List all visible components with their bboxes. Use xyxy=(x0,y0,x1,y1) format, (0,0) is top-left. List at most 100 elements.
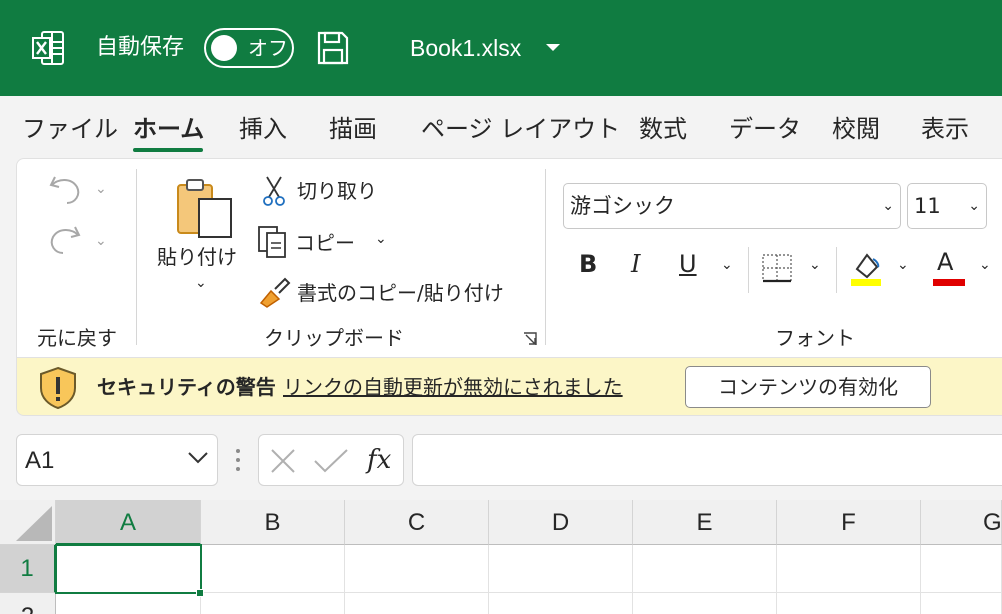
bold-button[interactable]: B xyxy=(579,249,597,279)
divider xyxy=(748,247,749,293)
font-name-value: 游ゴシック xyxy=(570,194,675,218)
tab-page-layout[interactable]: ページ レイアウト xyxy=(421,112,620,146)
font-color-button[interactable]: A xyxy=(937,247,953,277)
scissors-icon xyxy=(263,176,285,206)
tab-draw[interactable]: 描画 xyxy=(329,112,377,146)
security-warning-bar: セキュリティの警告 リンクの自動更新が無効にされました コンテンツの有効化 xyxy=(16,358,1002,416)
select-all-triangle-icon xyxy=(16,506,52,541)
cell-d1[interactable] xyxy=(489,545,633,593)
fill-color-icon[interactable] xyxy=(849,249,883,287)
font-size-value: 11 xyxy=(914,194,941,218)
format-painter-button[interactable]: 書式のコピー/貼り付け xyxy=(297,279,504,307)
cell-g2[interactable] xyxy=(921,593,1002,614)
fill-color-dropdown-icon[interactable]: ⌄ xyxy=(897,257,909,273)
format-painter-icon xyxy=(259,277,291,308)
cell-a2[interactable] xyxy=(56,593,201,614)
cell-b1[interactable] xyxy=(201,545,345,593)
copy-dropdown-icon[interactable]: ⌄ xyxy=(375,231,387,247)
column-header-c[interactable]: C xyxy=(345,500,489,545)
formula-input[interactable] xyxy=(412,434,1002,486)
active-tab-indicator xyxy=(133,148,203,152)
tab-file[interactable]: ファイル xyxy=(22,112,118,146)
cell-e1[interactable] xyxy=(633,545,777,593)
font-size-select[interactable]: 11 ⌄ xyxy=(907,183,987,229)
undo-icon[interactable] xyxy=(47,173,83,207)
tab-insert[interactable]: 挿入 xyxy=(239,112,287,146)
save-icon[interactable] xyxy=(316,30,350,66)
undo-group-label: 元に戻す xyxy=(37,326,117,350)
copy-button[interactable]: コピー xyxy=(295,229,355,257)
autosave-label: 自動保存 xyxy=(96,35,185,60)
borders-dropdown-icon[interactable]: ⌄ xyxy=(809,257,821,273)
chevron-down-icon[interactable] xyxy=(187,451,209,465)
document-title[interactable]: Book1.xlsx xyxy=(410,33,521,63)
tab-view[interactable]: 表示 xyxy=(921,112,969,146)
font-color-swatch xyxy=(933,279,965,286)
paste-icon[interactable] xyxy=(175,177,235,241)
underline-button[interactable]: U xyxy=(679,249,697,279)
tab-review[interactable]: 校閲 xyxy=(832,112,880,146)
italic-button[interactable]: I xyxy=(631,249,640,279)
worksheet-grid: A B C D E F G 1 2 xyxy=(0,500,1002,614)
tab-data[interactable]: データ xyxy=(729,112,801,146)
redo-icon[interactable] xyxy=(47,223,83,257)
insert-function-button[interactable]: fx xyxy=(367,445,391,475)
paste-label[interactable]: 貼り付け xyxy=(157,243,237,271)
cell-d2[interactable] xyxy=(489,593,633,614)
drag-handle-icon[interactable] xyxy=(236,448,240,472)
autosave-toggle[interactable]: オフ xyxy=(204,28,294,68)
undo-dropdown-icon[interactable]: ⌄ xyxy=(95,181,107,197)
chevron-down-icon[interactable] xyxy=(546,44,560,51)
group-separator xyxy=(136,169,137,345)
tab-formulas[interactable]: 数式 xyxy=(639,112,687,146)
chevron-down-icon: ⌄ xyxy=(968,198,980,214)
font-name-select[interactable]: 游ゴシック ⌄ xyxy=(563,183,901,229)
column-header-f[interactable]: F xyxy=(777,500,921,545)
shield-warning-icon xyxy=(40,366,76,410)
formula-buttons: fx xyxy=(258,434,404,486)
cell-c2[interactable] xyxy=(345,593,489,614)
redo-dropdown-icon[interactable]: ⌄ xyxy=(95,233,107,249)
autosave-state: オフ xyxy=(248,36,288,60)
font-group-label: フォント xyxy=(775,326,855,350)
cut-button[interactable]: 切り取り xyxy=(297,177,377,205)
row-header-2[interactable]: 2 xyxy=(0,593,56,614)
title-bar: 自動保存 オフ Book1.xlsx xyxy=(0,0,1002,96)
cell-b2[interactable] xyxy=(201,593,345,614)
tab-home[interactable]: ホーム xyxy=(133,112,204,146)
enable-content-button[interactable]: コンテンツの有効化 xyxy=(685,366,931,408)
fill-handle[interactable] xyxy=(196,589,204,597)
column-header-g[interactable]: G xyxy=(921,500,1002,545)
name-box-value: A1 xyxy=(25,447,55,474)
name-box[interactable]: A1 xyxy=(16,434,218,486)
excel-window: 自動保存 オフ Book1.xlsx ファイル ホーム 挿入 描画 ページ レイ… xyxy=(0,0,1002,614)
cell-f2[interactable] xyxy=(777,593,921,614)
ribbon-tabs: ファイル ホーム 挿入 描画 ページ レイアウト 数式 データ 校閲 表示 xyxy=(0,96,1002,158)
excel-logo-icon[interactable] xyxy=(32,30,64,66)
cell-g1[interactable] xyxy=(921,545,1002,593)
dialog-launcher-icon[interactable] xyxy=(522,331,538,347)
cell-f1[interactable] xyxy=(777,545,921,593)
column-header-b[interactable]: B xyxy=(201,500,345,545)
cell-e2[interactable] xyxy=(633,593,777,614)
clipboard-group-label: クリップボード xyxy=(264,326,404,350)
select-all-corner[interactable] xyxy=(0,500,56,545)
copy-icon xyxy=(258,226,286,258)
column-header-e[interactable]: E xyxy=(633,500,777,545)
security-warning-title: セキュリティの警告 xyxy=(97,375,276,399)
column-header-a[interactable]: A xyxy=(56,500,201,545)
security-warning-message[interactable]: リンクの自動更新が無効にされました xyxy=(283,374,623,400)
column-header-d[interactable]: D xyxy=(489,500,633,545)
borders-icon[interactable] xyxy=(761,253,793,283)
font-color-dropdown-icon[interactable]: ⌄ xyxy=(979,257,991,273)
cancel-icon[interactable] xyxy=(269,447,297,475)
active-cell-a1[interactable] xyxy=(55,544,202,594)
paste-dropdown-icon[interactable]: ⌄ xyxy=(195,275,207,291)
underline-dropdown-icon[interactable]: ⌄ xyxy=(721,257,733,273)
enter-checkmark-icon[interactable] xyxy=(313,447,349,475)
cell-c1[interactable] xyxy=(345,545,489,593)
row-header-1[interactable]: 1 xyxy=(0,545,56,593)
toggle-knob xyxy=(211,35,237,61)
ribbon-panel: ⌄ ⌄ 元に戻す 貼り付け ⌄ 切り取り コピー ⌄ 書式のコピー/貼り付け ク… xyxy=(16,158,1002,358)
group-separator xyxy=(545,169,546,345)
